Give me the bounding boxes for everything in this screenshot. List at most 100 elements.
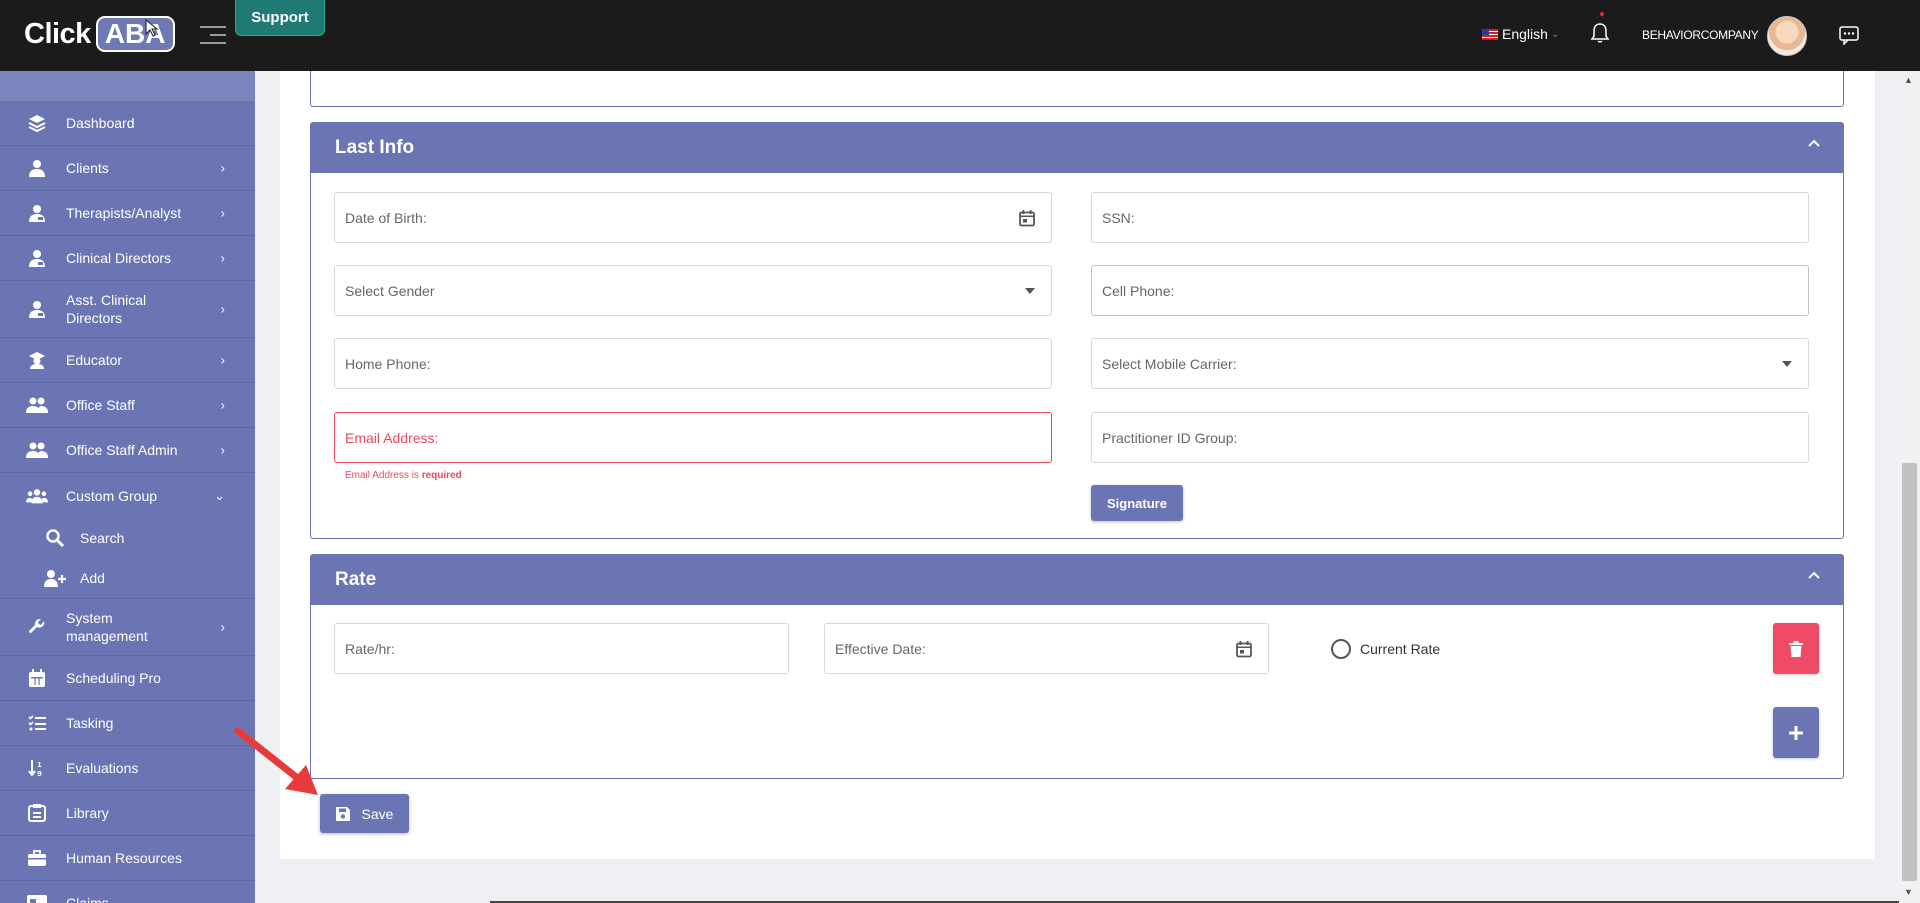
svg-text:9: 9 [37, 770, 42, 777]
sidebar-item-label: Clinical Directors [66, 250, 172, 266]
effective-date-placeholder: Effective Date: [835, 640, 926, 657]
email-field[interactable]: Email Address: [334, 412, 1052, 463]
sidebar-item-asst-clinical-directors[interactable]: Asst. Clinical Directors › [0, 281, 255, 338]
radio-circle[interactable] [1331, 639, 1351, 659]
rate-header[interactable]: Rate [311, 555, 1843, 605]
support-button[interactable]: Support [235, 0, 325, 36]
user-badge-icon [26, 299, 48, 319]
custom-group-section: Custom Group ⌄ Search Add [0, 473, 255, 599]
practitioner-id-group-field[interactable]: Practitioner ID Group: [1091, 412, 1809, 463]
plus-icon [1789, 725, 1803, 740]
scroll-up-icon[interactable]: ▲ [1904, 75, 1913, 85]
user-badge-icon [26, 248, 48, 268]
chevron-up-icon[interactable] [1807, 570, 1821, 580]
library-icon [26, 803, 48, 823]
logo-aba-text: ABA [95, 16, 175, 52]
sidebar-item-label: Library [66, 805, 109, 821]
sidebar-item-educator[interactable]: Educator › [0, 338, 255, 383]
card-icon [26, 893, 48, 903]
mobile-carrier-select[interactable]: Select Mobile Carrier: [1091, 338, 1809, 389]
email-error-required: required [421, 470, 462, 481]
chat-icon[interactable] [1838, 25, 1860, 45]
rate-title: Rate [335, 569, 377, 590]
scroll-thumb[interactable] [1902, 463, 1917, 881]
sidebar-item-tasking[interactable]: Tasking [0, 701, 255, 746]
us-flag-icon [1482, 28, 1498, 40]
sidebar-item-clients[interactable]: Clients › [0, 146, 255, 191]
sidebar-item-scheduling-pro[interactable]: Scheduling Pro [0, 656, 255, 701]
sidebar-item-claims[interactable]: Claims [0, 881, 255, 903]
sidebar-item-system-management[interactable]: System management › [0, 599, 255, 656]
caret-down-icon [1025, 287, 1035, 294]
chevron-down-icon: ⌄ [214, 487, 225, 503]
rate-per-hour-field[interactable]: Rate/hr: [334, 623, 789, 674]
avatar[interactable] [1767, 16, 1807, 56]
users-icon [26, 395, 48, 415]
wrench-icon [26, 617, 48, 637]
chevron-up-icon[interactable] [1807, 138, 1821, 148]
sidebar-item-label: Scheduling Pro [66, 670, 161, 686]
gender-select[interactable]: Select Gender [334, 265, 1052, 316]
rate-per-hour-placeholder: Rate/hr: [345, 640, 395, 657]
calendar-icon[interactable] [1236, 640, 1252, 657]
effective-date-field[interactable]: Effective Date: [824, 623, 1269, 674]
users-icon [26, 440, 48, 460]
home-phone-placeholder: Home Phone: [345, 355, 431, 372]
caret-down-icon [1782, 360, 1792, 367]
sidebar-item-custom-group[interactable]: Custom Group ⌄ [0, 473, 255, 518]
sidebar-item-office-staff-admin[interactable]: Office Staff Admin › [0, 428, 255, 473]
last-info-header[interactable]: Last Info [311, 123, 1843, 173]
sidebar-subitem-label: Add [80, 570, 105, 586]
calendar-icon [26, 668, 48, 688]
calendar-icon[interactable] [1019, 209, 1035, 226]
current-rate-label: Current Rate [1360, 641, 1441, 657]
sidebar-subitem-add[interactable]: Add [0, 558, 255, 598]
graduate-icon [26, 350, 48, 370]
sidebar-item-label: Dashboard [66, 115, 135, 131]
sidebar-item-clinical-directors[interactable]: Clinical Directors › [0, 236, 255, 281]
sidebar-item-label: Therapists/Analyst [66, 205, 182, 221]
search-icon [44, 529, 66, 547]
sidebar-item-label: System management [66, 610, 148, 644]
signature-button[interactable]: Signature [1091, 485, 1183, 521]
date-of-birth-field[interactable]: Date of Birth: [334, 192, 1052, 243]
practitioner-id-group-placeholder: Practitioner ID Group: [1102, 429, 1238, 446]
chevron-down-icon: ⌄ [1550, 28, 1560, 40]
cursor-icon [145, 18, 159, 37]
email-error-prefix: Email Address is [345, 470, 419, 481]
home-phone-field[interactable]: Home Phone: [334, 338, 1052, 389]
sidebar-item-human-resources[interactable]: Human Resources [0, 836, 255, 881]
chevron-right-icon: › [220, 250, 225, 266]
sidebar-item-dashboard[interactable]: Dashboard [0, 101, 255, 146]
page-scrollbar[interactable]: ▲ ▼ [1899, 71, 1920, 903]
ssn-placeholder: SSN: [1102, 209, 1135, 226]
sidebar-item-label: Office Staff [66, 397, 135, 413]
annotation-arrow-icon [234, 727, 318, 795]
briefcase-icon [26, 848, 48, 868]
sidebar-top [0, 71, 255, 101]
current-rate-radio[interactable]: Current Rate [1331, 639, 1440, 659]
sidebar-item-library[interactable]: Library [0, 791, 255, 836]
save-button[interactable]: Save [320, 794, 409, 833]
sidebar-item-office-staff[interactable]: Office Staff › [0, 383, 255, 428]
sidebar-item-therapists[interactable]: Therapists/Analyst › [0, 191, 255, 236]
user-badge-icon [26, 203, 48, 223]
sort-icon: 19 [26, 758, 48, 778]
cell-phone-field[interactable]: Cell Phone: [1091, 265, 1809, 316]
language-selector[interactable]: English ⌄ [1482, 26, 1559, 42]
notification-dot [1600, 12, 1604, 16]
sidebar-subitem-search[interactable]: Search [0, 518, 255, 558]
add-rate-button[interactable] [1773, 707, 1819, 758]
checklist-icon [26, 713, 48, 733]
sidebar-item-label: Educator [66, 352, 123, 368]
previous-panel-bottom [310, 71, 1844, 107]
cell-phone-placeholder: Cell Phone: [1102, 282, 1175, 299]
menu-toggle-icon[interactable] [200, 26, 226, 50]
sidebar-item-label: Evaluations [66, 760, 139, 776]
delete-rate-button[interactable] [1773, 623, 1819, 674]
username[interactable]: BEHAVIORCOMPANY [1642, 28, 1759, 42]
ssn-field[interactable]: SSN: [1091, 192, 1809, 243]
scroll-down-icon[interactable]: ▼ [1904, 887, 1913, 897]
bell-icon[interactable] [1590, 22, 1610, 44]
sidebar-item-evaluations[interactable]: 19 Evaluations [0, 746, 255, 791]
